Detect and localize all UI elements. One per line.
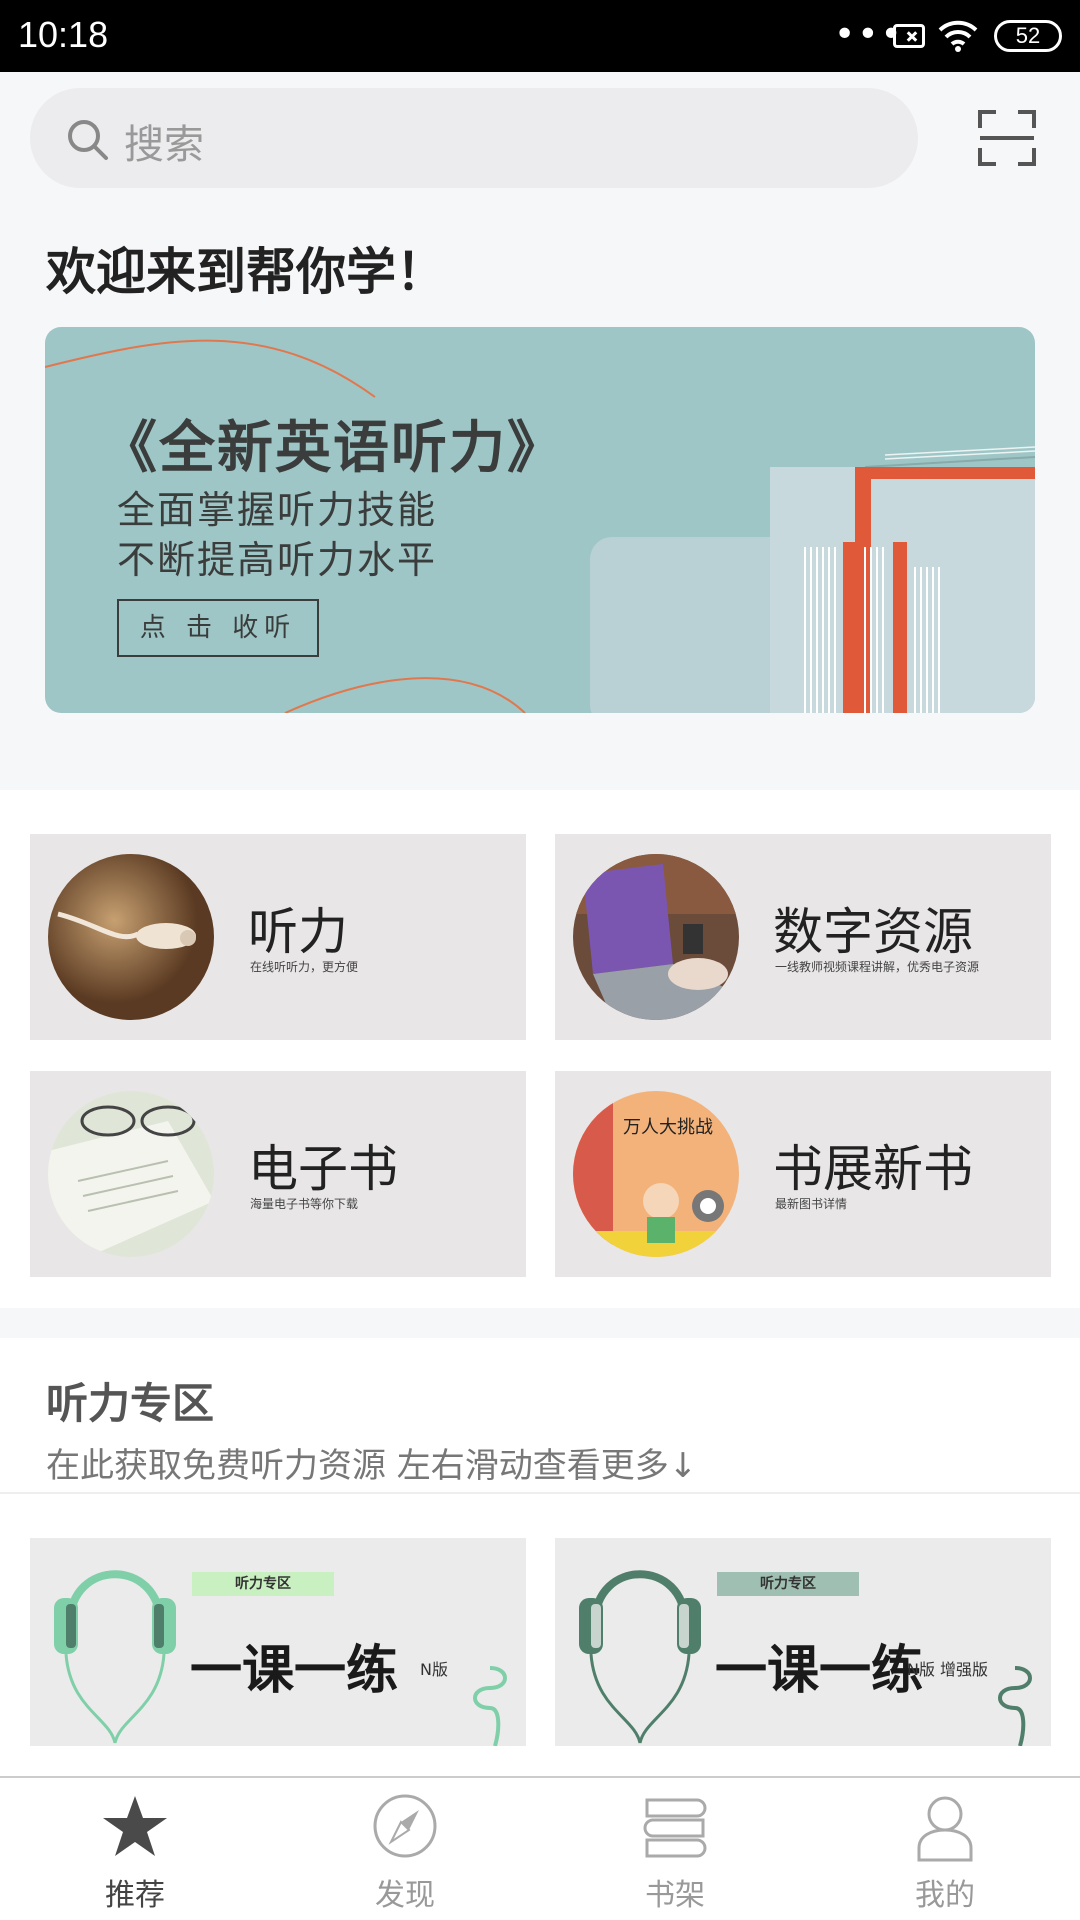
- wifi-icon: [938, 20, 978, 52]
- lesson-card[interactable]: 听力专区 一课一练 N版 增强版: [555, 1538, 1051, 1746]
- category-card-listening[interactable]: 听力 在线听听力，更方便: [30, 834, 526, 1040]
- category-subtitle: 海量电子书等你下载: [250, 1197, 359, 1211]
- compass-icon: [373, 1794, 437, 1858]
- category-subtitle: 最新图书详情: [775, 1197, 848, 1211]
- category-subtitle: 一线教师视频课程讲解，优秀电子资源: [775, 960, 980, 974]
- nav-label: 我的: [915, 1878, 975, 1913]
- search-input[interactable]: 搜索: [30, 88, 918, 188]
- banner-line-2: 不断提高听力水平: [117, 538, 438, 582]
- category-card-ebook[interactable]: 电子书 海量电子书等你下载: [30, 1071, 526, 1277]
- category-title: 数字资源: [773, 903, 973, 961]
- category-card-new-books[interactable]: 万人大挑战 书展新书 最新图书详情: [555, 1071, 1051, 1277]
- lesson-version: N版 增强版: [907, 1660, 989, 1679]
- category-title: 电子书: [248, 1140, 398, 1198]
- status-bar: 10:18 ••• 52: [0, 0, 1080, 72]
- nav-label: 推荐: [105, 1878, 165, 1913]
- scan-icon[interactable]: [978, 110, 1036, 166]
- lesson-tag: 听力专区: [235, 1576, 291, 1592]
- listen-button[interactable]: 点 击 收听: [117, 599, 319, 657]
- category-grid: 听力 在线听听力，更方便 数字资源 一线教师视频课程讲解，优秀电子资源 电子书 …: [0, 790, 1080, 1308]
- person-icon: [917, 1796, 973, 1862]
- lesson-tag: 听力专区: [760, 1576, 816, 1592]
- search-icon: [68, 120, 108, 160]
- battery-indicator: 52: [994, 20, 1062, 52]
- welcome-heading: 欢迎来到帮你学！: [46, 243, 446, 301]
- lesson-version: N版: [420, 1660, 448, 1679]
- lesson-title: 一课一练: [715, 1641, 924, 1701]
- nav-tab-bookshelf[interactable]: 书架: [540, 1778, 810, 1920]
- nav-tab-discover[interactable]: 发现: [270, 1778, 540, 1920]
- nav-tab-recommend[interactable]: 推荐: [0, 1778, 270, 1920]
- banner-title: 《全新英语听力》: [101, 415, 565, 481]
- nav-tab-profile[interactable]: 我的: [810, 1778, 1080, 1920]
- banner-line-1: 全面掌握听力技能: [117, 488, 438, 532]
- category-title: 听力: [248, 903, 348, 961]
- section-title: 听力专区: [46, 1379, 215, 1428]
- status-time: 10:18: [18, 14, 109, 55]
- promo-banner[interactable]: 《全新英语听力》 全面掌握听力技能 不断提高听力水平 点 击 收听: [45, 327, 1035, 713]
- nav-label: 书架: [645, 1878, 705, 1913]
- category-card-digital-resources[interactable]: 数字资源 一线教师视频课程讲解，优秀电子资源: [555, 834, 1051, 1040]
- section-divider: [0, 1492, 1080, 1494]
- search-header: 搜索: [0, 72, 1080, 200]
- no-sim-icon: [893, 24, 925, 48]
- lesson-card[interactable]: 听力专区 一课一练 N版: [30, 1538, 526, 1746]
- category-subtitle: 在线听听力，更方便: [250, 960, 359, 974]
- search-placeholder: 搜索: [124, 122, 204, 168]
- section-subtitle: 在此获取免费听力资源 左右滑动查看更多↓: [46, 1446, 698, 1486]
- book-cover-image: 万人大挑战: [573, 1091, 739, 1257]
- bottom-nav: 推荐 发现 书架 我的: [0, 1776, 1080, 1920]
- listening-zone-section: 听力专区 在此获取免费听力资源 左右滑动查看更多↓ 听力专区 一课一练 N版 听…: [0, 1338, 1080, 1778]
- laptop-image: [573, 854, 739, 1020]
- category-title: 书展新书: [773, 1140, 973, 1198]
- star-icon: [103, 1796, 167, 1856]
- ereader-image: [48, 1091, 214, 1257]
- earphones-image: [48, 854, 214, 1020]
- bookshelf-icon: [643, 1798, 707, 1858]
- lesson-title: 一课一练: [190, 1641, 399, 1701]
- nav-label: 发现: [375, 1878, 435, 1913]
- book-cover-title: 万人大挑战: [623, 1117, 713, 1138]
